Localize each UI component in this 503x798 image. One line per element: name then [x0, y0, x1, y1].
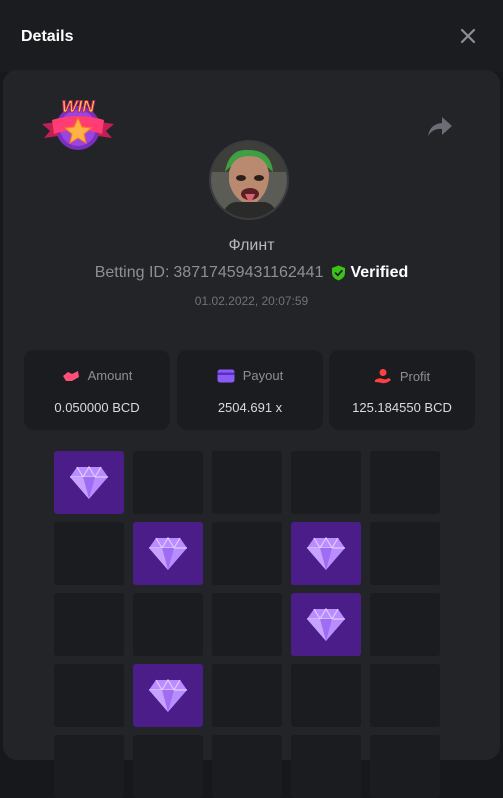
mine-tile — [54, 593, 124, 656]
mine-tile — [212, 451, 282, 514]
stat-amount-value: 0.050000 BCD — [54, 400, 140, 415]
stat-payout-label: Payout — [242, 368, 284, 383]
share-icon — [428, 117, 452, 136]
mine-tile-gem — [291, 522, 361, 585]
stat-amount-label: Amount — [87, 368, 133, 383]
win-badge-text: WIN — [61, 97, 95, 117]
mine-tile — [291, 451, 361, 514]
mine-tile — [212, 593, 282, 656]
mine-tile — [370, 522, 440, 585]
close-icon — [460, 28, 476, 44]
mine-tile — [370, 735, 440, 798]
stat-payout: Payout 2504.691 x — [177, 350, 323, 430]
modal-title: Details — [21, 28, 74, 45]
mine-tile — [370, 451, 440, 514]
stat-amount: Amount 0.050000 BCD — [24, 350, 170, 430]
mine-tile — [212, 735, 282, 798]
stat-amount-header: Amount — [24, 368, 170, 383]
close-button[interactable] — [456, 24, 480, 48]
mine-tile — [133, 451, 203, 514]
mine-tile — [54, 522, 124, 585]
mine-tile — [133, 593, 203, 656]
share-button[interactable] — [426, 114, 454, 140]
bet-details-modal: Details WIN Флинт Betting ID: 3871745943… — [0, 0, 503, 798]
username: Флинт — [228, 237, 275, 254]
profit-icon — [374, 369, 391, 384]
mine-tile — [212, 664, 282, 727]
stat-profit-value: 125.184550 BCD — [352, 400, 452, 415]
mine-tile-gem — [133, 522, 203, 585]
gem-icon — [149, 536, 187, 570]
gem-icon — [307, 536, 345, 570]
gem-icon — [149, 678, 187, 712]
modal-header: Details — [0, 0, 503, 72]
mines-grid — [54, 451, 440, 798]
mine-tile-gem — [133, 664, 203, 727]
verified-shield-icon — [332, 265, 346, 281]
stat-profit: Profit 125.184550 BCD — [329, 350, 475, 430]
amount-icon — [62, 370, 79, 381]
mine-tile — [54, 664, 124, 727]
mine-tile — [212, 522, 282, 585]
mine-tile — [370, 593, 440, 656]
mine-tile — [291, 735, 361, 798]
betting-id-label: Betting ID: — [94, 264, 170, 281]
mine-tile — [54, 735, 124, 798]
stat-payout-header: Payout — [177, 368, 323, 383]
stat-profit-header: Profit — [329, 368, 475, 384]
betting-id-row: Betting ID: 38717459431162441 Verified — [0, 264, 503, 282]
mine-tile-gem — [54, 451, 124, 514]
wallet-icon — [217, 369, 235, 382]
avatar — [209, 140, 289, 220]
betting-id-value: 38717459431162441 — [173, 264, 324, 281]
bet-timestamp: 01.02.2022, 20:07:59 — [194, 294, 309, 308]
avatar-image — [211, 142, 287, 218]
verified-label: Verified — [350, 264, 409, 281]
mine-tile — [291, 664, 361, 727]
gem-icon — [307, 607, 345, 641]
stat-payout-value: 2504.691 x — [217, 400, 283, 415]
mine-tile-gem — [291, 593, 361, 656]
gem-icon — [70, 465, 108, 499]
mine-tile — [133, 735, 203, 798]
stat-profit-label: Profit — [399, 368, 431, 384]
mine-tile — [370, 664, 440, 727]
